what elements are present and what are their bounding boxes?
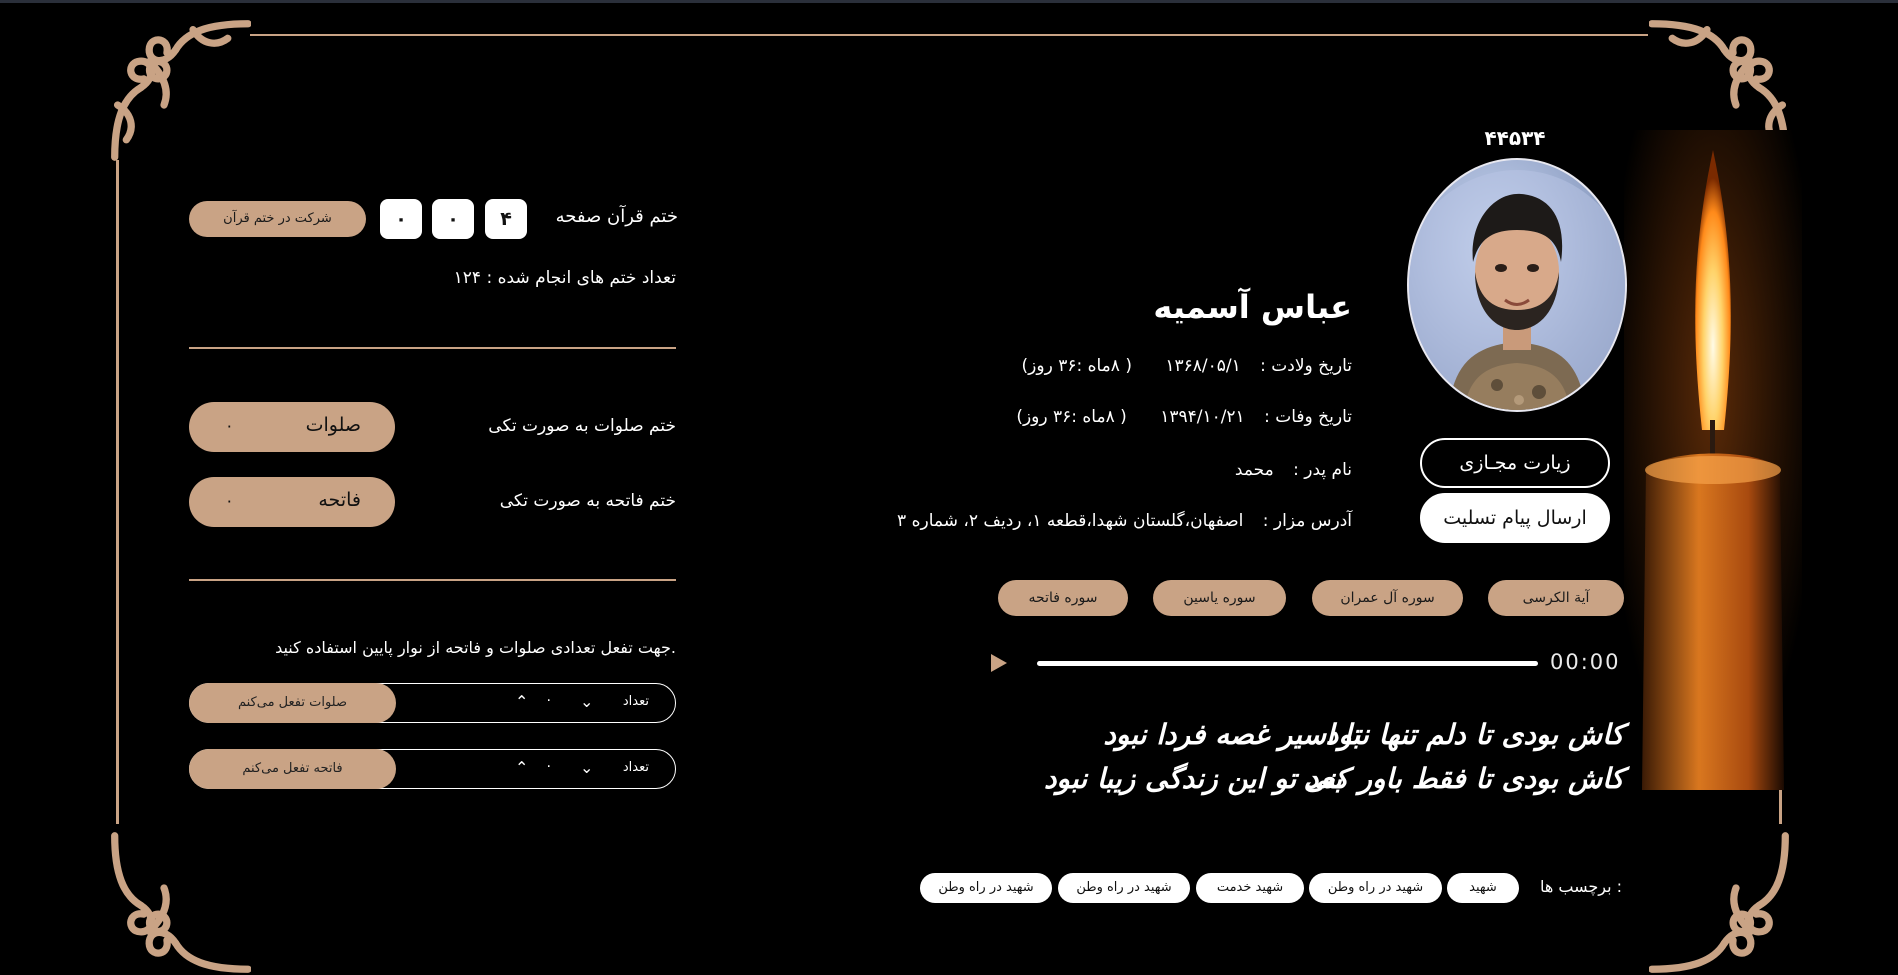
- poem-line1-left: تا اسیر غصه فردا نبود: [1103, 718, 1360, 751]
- fatiha-pledge-label: تعداد: [622, 760, 649, 775]
- completed-count-value: ۱۲۴: [453, 268, 482, 288]
- ornament-corner-icon: [1648, 830, 1794, 975]
- play-icon[interactable]: [991, 654, 1007, 672]
- virtual-visit-button[interactable]: زیارت مجـازی: [1420, 438, 1610, 488]
- birth-date-value: ۱۳۶۸/۰۵/۱: [1165, 356, 1241, 376]
- quran-digit: ۰: [432, 199, 474, 239]
- player-time: 00:00: [1550, 650, 1621, 674]
- player-progress-bar[interactable]: [1037, 661, 1538, 666]
- poem-line2-right: کاش بودی تا فقط باور کنی: [1303, 762, 1624, 795]
- quran-digit: ۰: [380, 199, 422, 239]
- salavat-pledge-label: تعداد: [622, 694, 649, 709]
- visit-count: ۴۴۵۳۴: [1484, 126, 1546, 150]
- tag-item[interactable]: شهید در راه وطن: [1058, 873, 1190, 903]
- fatiha-pledge-value: ۰: [545, 758, 553, 774]
- tag-item[interactable]: شهید خدمت: [1196, 873, 1304, 903]
- portrait-image: [1407, 158, 1627, 412]
- death-date-value: ۱۳۹۴/۱۰/۲۱: [1160, 407, 1245, 427]
- candle-image: [1624, 130, 1802, 790]
- chevron-up-icon[interactable]: ⌃: [515, 758, 528, 777]
- surah-al-imran-button[interactable]: سوره آل عمران: [1312, 580, 1463, 616]
- grave-address-row: آدرس مزار : اصفهان،گلستان شهدا،قطعه ۱، ر…: [897, 511, 1352, 531]
- quran-digit: ۴: [485, 199, 527, 239]
- tag-item[interactable]: شهید در راه وطن: [1309, 873, 1442, 903]
- ornament-corner-icon: [106, 830, 252, 975]
- surah-yasin-button[interactable]: سوره یاسین: [1153, 580, 1286, 616]
- fatiha-label: ختم فاتحه به صورت تکی: [499, 491, 676, 511]
- death-date-label: تاریخ وفات :: [1264, 407, 1352, 427]
- salavat-button-label: صلوات: [305, 414, 361, 436]
- death-date-row: تاریخ وفات : ۱۳۹۴/۱۰/۲۱ ( ۸ماه :۳۶ روز): [1016, 407, 1352, 427]
- father-name-row: نام پدر : محمد: [1235, 460, 1352, 480]
- tags-label: برچسب ها :: [1540, 877, 1623, 896]
- salavat-counter-button[interactable]: صلوات ۰: [189, 402, 395, 452]
- fatiha-counter-button[interactable]: فاتحه ۰: [189, 477, 395, 527]
- pledge-instruction: جهت تفعل تعدادی صلوات و فاتحه از نوار پا…: [275, 638, 676, 657]
- quran-page-title: ختم قرآن صفحه: [555, 206, 678, 227]
- salavat-pledge-row: صلوات تفعل می‌کنم ⌃ ۰ ⌄ تعداد: [189, 683, 676, 723]
- completed-count-row: تعداد ختم های انجام شده : ۱۲۴: [454, 268, 676, 288]
- send-condolence-button[interactable]: ارسال پیام تسلیت: [1420, 493, 1610, 543]
- browser-top-strip: [0, 0, 1898, 3]
- fatiha-pledge-button[interactable]: فاتحه تفعل می‌کنم: [189, 749, 396, 789]
- chevron-up-icon[interactable]: ⌃: [515, 692, 528, 711]
- tag-item[interactable]: شهید در راه وطن: [920, 873, 1052, 903]
- death-date-extra: ( ۸ماه :۳۶ روز): [1016, 407, 1127, 427]
- father-name-value: محمد: [1234, 460, 1274, 480]
- surah-ayatolkorsi-button[interactable]: آیة الکرسی: [1488, 580, 1624, 616]
- divider: [189, 347, 676, 349]
- salavat-label: ختم صلوات به صورت تکی: [488, 416, 676, 436]
- completed-count-label: تعداد ختم های انجام شده :: [486, 268, 676, 288]
- salavat-pledge-button[interactable]: صلوات تفعل می‌کنم: [189, 683, 396, 723]
- birth-date-label: تاریخ ولادت :: [1260, 356, 1352, 376]
- poem-line1-right: کاش بودی تا دلم تنها نبود: [1325, 718, 1624, 751]
- divider: [189, 579, 676, 581]
- birth-date-row: تاریخ ولادت : ۱۳۶۸/۰۵/۱ ( ۸ماه :۳۶ روز): [1022, 356, 1352, 376]
- fatiha-pledge-row: فاتحه تفعل می‌کنم ⌃ ۰ ⌄ تعداد: [189, 749, 676, 789]
- deceased-name: عباس آسمیه: [1153, 288, 1352, 326]
- frame-top-line: [250, 34, 1648, 36]
- tag-item[interactable]: شهید: [1447, 873, 1519, 903]
- surah-fatiha-button[interactable]: سوره فاتحه: [998, 580, 1128, 616]
- grave-address-label: آدرس مزار :: [1262, 511, 1352, 531]
- father-name-label: نام پدر :: [1293, 460, 1352, 480]
- salavat-count: ۰: [225, 416, 234, 435]
- birth-date-extra: ( ۸ماه :۳۶ روز): [1021, 356, 1132, 376]
- fatiha-button-label: فاتحه: [318, 489, 361, 511]
- grave-address-value: اصفهان،گلستان شهدا،قطعه ۱، ردیف ۲، شماره…: [897, 511, 1244, 531]
- salavat-pledge-value: ۰: [545, 692, 553, 708]
- chevron-down-icon[interactable]: ⌄: [580, 692, 593, 711]
- poem-line2-left: بعد تو این زندگی زیبا نبود: [1043, 762, 1342, 795]
- join-quran-button[interactable]: شرکت در ختم قرآن: [189, 201, 366, 237]
- ornament-corner-icon: [106, 18, 252, 163]
- chevron-down-icon[interactable]: ⌄: [580, 758, 593, 777]
- frame-left-line: [116, 160, 119, 824]
- fatiha-count: ۰: [225, 491, 234, 510]
